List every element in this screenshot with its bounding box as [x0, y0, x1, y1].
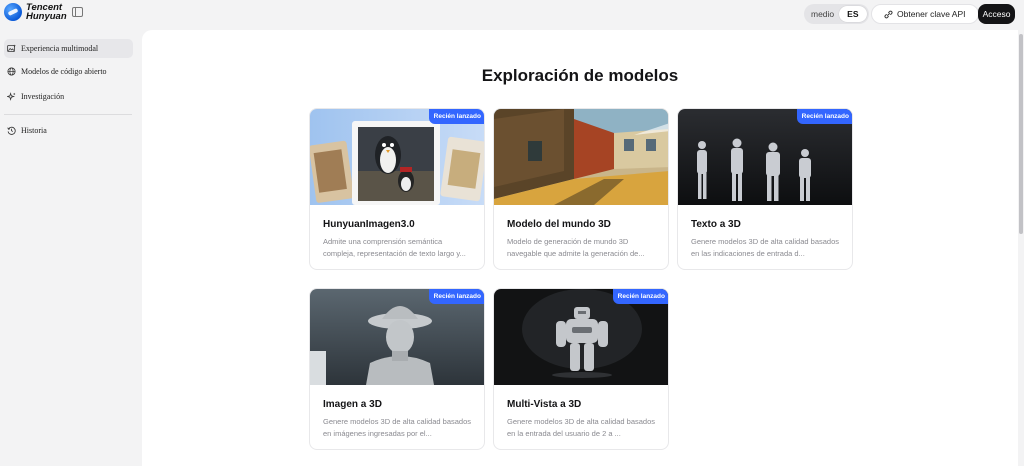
model-card-text-to-3d[interactable]: Recién lanzado Texto a 3D Genere modelos…	[677, 108, 853, 270]
card-image: Recién lanzado	[310, 109, 484, 205]
card-title: Multi-Vista a 3D	[507, 399, 582, 410]
scrollbar[interactable]	[1018, 30, 1024, 466]
top-bar: Tencent Hunyuan medio ES Obtener clave A…	[0, 0, 1024, 28]
globe-icon	[7, 67, 16, 76]
sidebar-item-label: Investigación	[21, 92, 65, 101]
card-description: Genere modelos 3D de alta calidad basado…	[507, 417, 656, 438]
card-image	[494, 109, 668, 205]
scrollbar-thumb[interactable]	[1019, 34, 1023, 234]
sparkle-icon	[7, 92, 16, 101]
new-release-badge: Recién lanzado	[612, 289, 668, 304]
logo-text: Tencent Hunyuan	[26, 3, 67, 22]
sidebar-item-label: Historia	[21, 126, 47, 135]
logo-line-2: Hunyuan	[26, 11, 67, 22]
history-icon	[7, 126, 16, 135]
language-switch[interactable]: medio ES	[804, 4, 869, 24]
link-icon	[884, 10, 893, 18]
sidebar-item-multimodal[interactable]: Experiencia multimodal	[4, 39, 133, 58]
logo[interactable]: Tencent Hunyuan	[4, 3, 67, 21]
login-button[interactable]: Acceso	[978, 4, 1015, 24]
card-title: Modelo del mundo 3D	[507, 219, 611, 230]
sidebar-item-history[interactable]: Historia	[4, 121, 133, 140]
new-release-badge: Recién lanzado	[428, 289, 484, 304]
sidebar-item-label: Modelos de código abierto	[21, 67, 107, 76]
model-card-multiview-to-3d[interactable]: Recién lanzado Multi-Vista a 3D Genere m…	[493, 288, 669, 450]
api-button-label: Obtener clave API	[897, 9, 966, 19]
card-description: Modelo de generación de mundo 3D navegab…	[507, 237, 645, 258]
card-title: HunyuanImagen3.0	[323, 219, 415, 230]
sidebar-toggle-icon[interactable]	[72, 7, 83, 17]
lang-option-medio[interactable]: medio	[808, 9, 837, 19]
sidebar-item-label: Experiencia multimodal	[21, 44, 99, 53]
get-api-key-button[interactable]: Obtener clave API	[871, 4, 979, 24]
card-description: Admite una comprensión semántica complej…	[323, 237, 466, 258]
new-release-badge: Recién lanzado	[428, 109, 484, 124]
new-release-badge: Recién lanzado	[796, 109, 852, 124]
model-card-hunyuan-image[interactable]: Recién lanzado HunyuanImagen3.0 Admite u…	[309, 108, 485, 270]
sidebar-item-open-source[interactable]: Modelos de código abierto	[4, 62, 133, 81]
card-image: Recién lanzado	[310, 289, 484, 385]
main-panel: Exploración de modelos Recién lanzado Hu…	[142, 30, 1018, 466]
card-description: Genere modelos 3D de alta calidad basado…	[691, 237, 840, 258]
model-card-image-to-3d[interactable]: Recién lanzado Imagen a 3D Genere modelo…	[309, 288, 485, 450]
card-image: Recién lanzado	[494, 289, 668, 385]
card-title: Imagen a 3D	[323, 399, 382, 410]
card-title: Texto a 3D	[691, 219, 741, 230]
hunyuan-logo-icon	[4, 3, 22, 21]
card-description: Genere modelos 3D de alta calidad basado…	[323, 417, 472, 438]
sidebar-item-research[interactable]: Investigación	[4, 87, 133, 106]
sidebar-divider	[4, 114, 132, 115]
image-sparkle-icon	[7, 44, 16, 53]
page-title: Exploración de modelos	[481, 66, 679, 85]
sidebar: Experiencia multimodal Modelos de código…	[0, 30, 142, 466]
model-card-world-3d[interactable]: Modelo del mundo 3D Modelo de generación…	[493, 108, 669, 270]
card-image: Recién lanzado	[678, 109, 852, 205]
lang-option-es[interactable]: ES	[839, 6, 867, 22]
